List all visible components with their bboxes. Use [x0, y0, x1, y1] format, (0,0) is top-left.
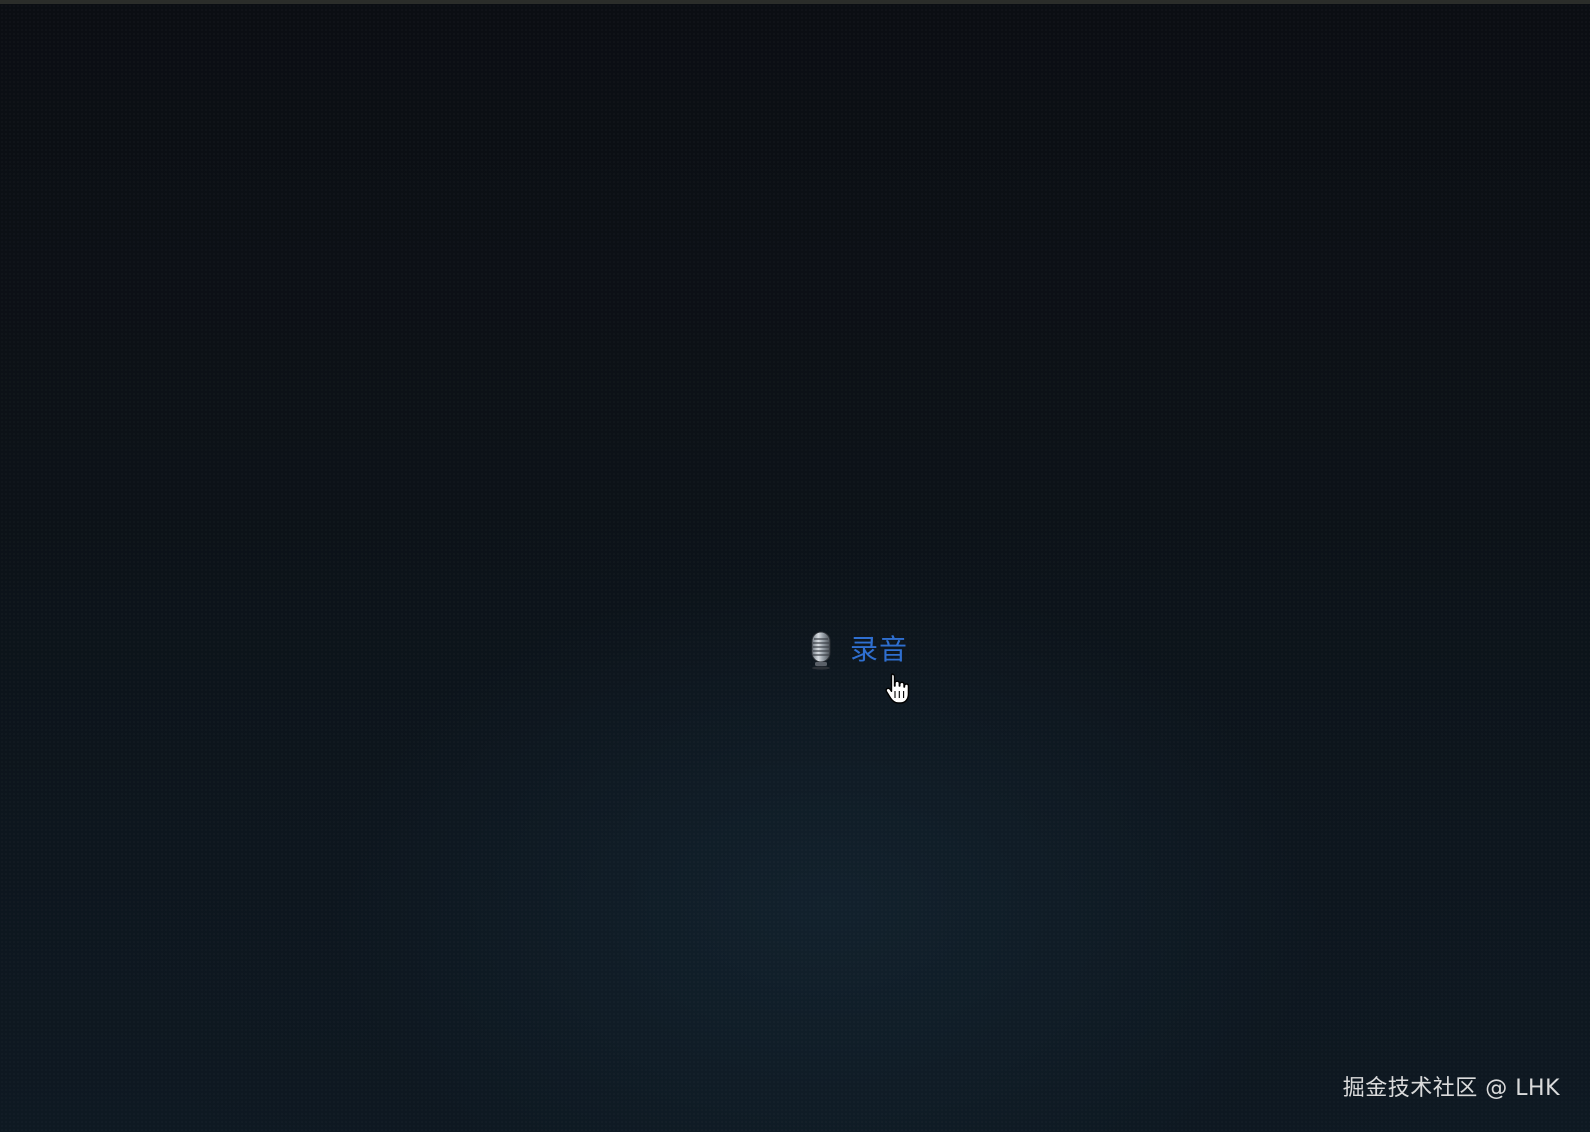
microphone-icon: [811, 631, 831, 670]
watermark-text: 掘金技术社区 @ LHK: [1342, 1076, 1560, 1101]
hand-pointer-icon: [885, 673, 910, 704]
record-label[interactable]: 录音: [850, 630, 908, 670]
screen-background: 录音 掘金技术社区 @ LHK: [0, 0, 1590, 1132]
record-button[interactable]: 录音: [806, 630, 908, 670]
top-edge-bar: [0, 0, 1590, 4]
